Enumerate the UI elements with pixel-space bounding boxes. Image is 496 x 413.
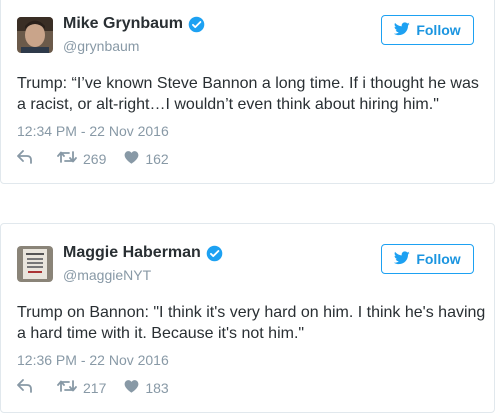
retweet-button[interactable]: 269 (57, 150, 106, 167)
reply-button[interactable] (17, 150, 39, 167)
avatar[interactable] (17, 246, 53, 282)
twitter-bird-icon (394, 250, 416, 268)
like-count: 183 (145, 379, 169, 396)
follow-button[interactable]: Follow (381, 15, 474, 45)
avatar[interactable] (17, 17, 53, 53)
tweet-timestamp[interactable]: 12:34 PM - 22 Nov 2016 (17, 123, 169, 139)
retweet-count: 217 (83, 379, 107, 396)
follow-button[interactable]: Follow (381, 244, 474, 274)
tweet-actions: 269 162 (17, 150, 187, 167)
author-handle[interactable]: @grynbaum (63, 38, 139, 54)
follow-label: Follow (416, 22, 461, 38)
tweet-actions: 217 183 (17, 379, 187, 396)
like-button[interactable]: 183 (124, 379, 169, 396)
verified-badge-icon (206, 245, 223, 262)
heart-icon (124, 150, 145, 167)
author-handle[interactable]: @maggieNYT (63, 267, 151, 283)
retweet-button[interactable]: 217 (57, 379, 106, 396)
tweet-text: Trump: “I’ve known Steve Bannon a long t… (17, 75, 479, 113)
follow-label: Follow (416, 251, 461, 267)
heart-icon (124, 379, 145, 396)
reply-icon (17, 150, 39, 167)
like-count: 162 (145, 150, 169, 167)
author-name[interactable]: Mike Grynbaum (63, 15, 183, 33)
reply-icon (17, 379, 39, 396)
verified-badge-icon (188, 16, 205, 33)
author-name[interactable]: Maggie Haberman (63, 244, 201, 262)
retweet-icon (57, 150, 83, 167)
tweet-text: Trump on Bannon: "I think it's very hard… (17, 304, 486, 342)
retweet-count: 269 (83, 150, 107, 167)
like-button[interactable]: 162 (124, 150, 169, 167)
twitter-bird-icon (394, 21, 416, 39)
tweet-card: Mike Grynbaum @grynbaum Follow Trump: “I… (0, 0, 495, 184)
tweet-card: Maggie Haberman @maggieNYT Follow Trump … (0, 223, 495, 413)
retweet-icon (57, 379, 83, 396)
tweet-timestamp[interactable]: 12:36 PM - 22 Nov 2016 (17, 352, 169, 368)
reply-button[interactable] (17, 379, 39, 396)
